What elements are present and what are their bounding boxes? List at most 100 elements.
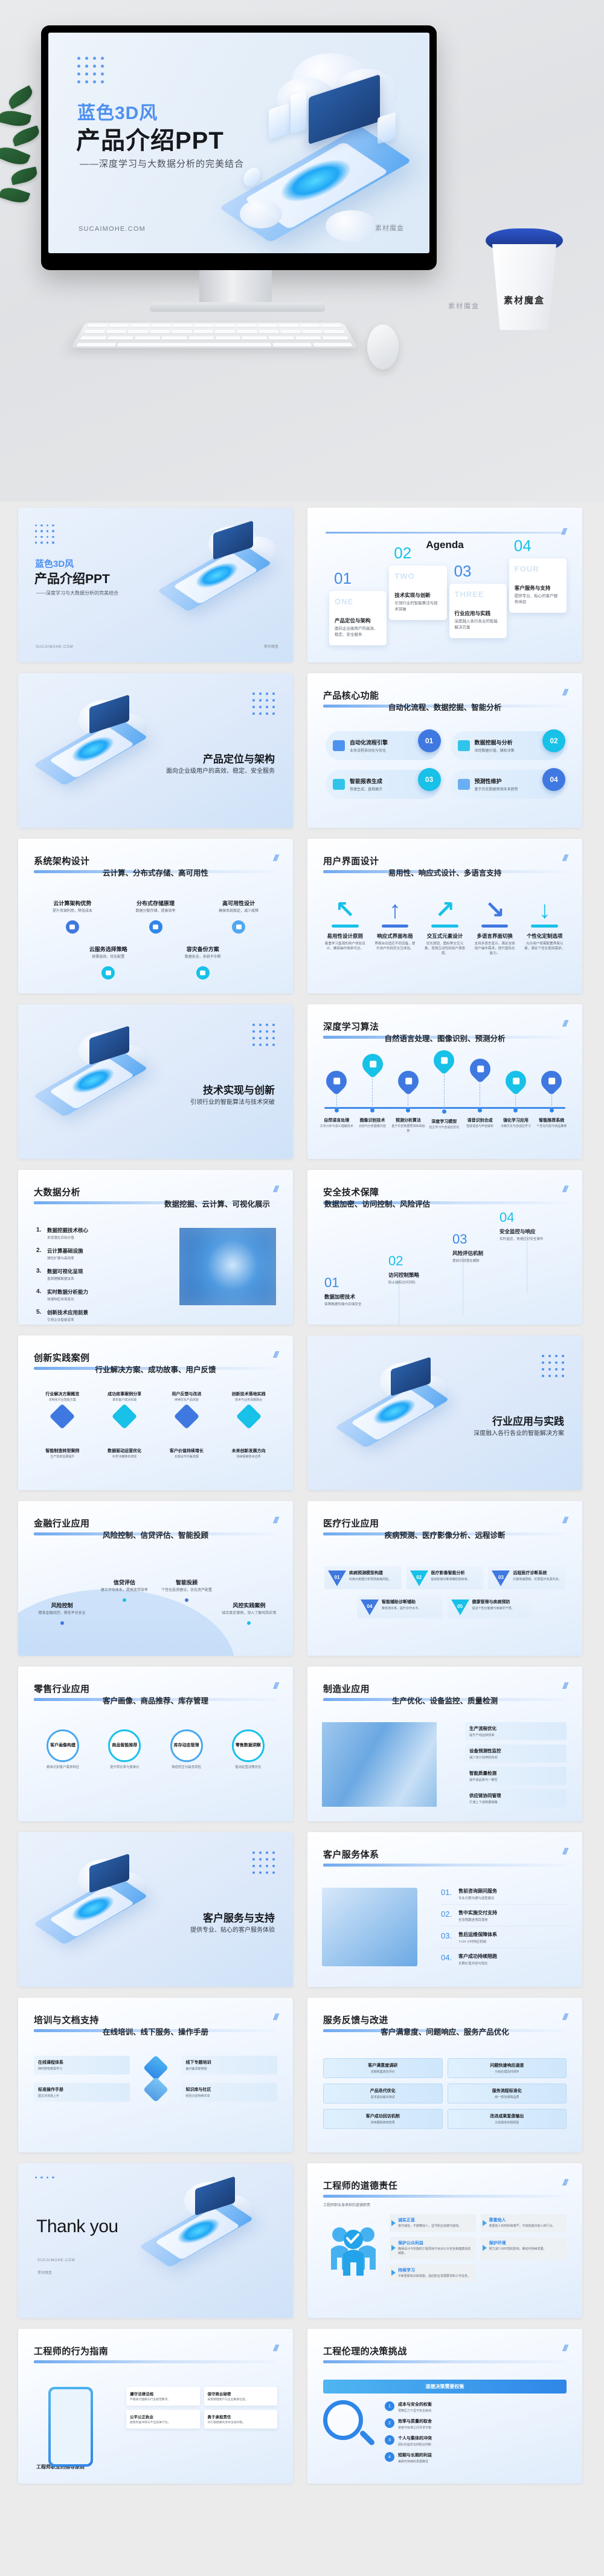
retail-item[interactable]: 零售数据洞察 驱动经营决策优化 [220,1729,276,1771]
slide-thumb-service-system[interactable]: 客户服务体系 /// 01. 售前咨询顾问服务 专业方案沟通与选型建议 02. 售中实… [307,1832,582,1987]
diamond-item[interactable]: 创新技术落地实践 技术与业务深度融合 [220,1391,277,1430]
architecture-item[interactable]: 云服务选择策略 按需选择，优化配置 [64,945,153,980]
step-item[interactable]: 01 数据加密技术 保障数据传输与存储安全 [324,1275,399,1325]
list-item[interactable]: 4 短期与长期的利益 兼顾可持续的发展路径 [385,2451,567,2464]
slide-thumb-thanks[interactable]: Thank you SUCAIMOHE.COM 素材魔盒 [18,2163,293,2318]
list-item[interactable]: 2. 云计算基础设施 弹性扩展与高效率 [36,1246,151,1261]
timeline-node[interactable]: 深度学习模型 自主学习与自适应优化 [427,1045,461,1131]
flow-box[interactable]: 服务流程标准化 统一规范保障品质 [447,2084,567,2103]
slide-thumb-core-features[interactable]: 产品核心功能 /// 自动化流程、数据挖掘、智能分析 自动化流程引擎 业务流程自动… [307,673,582,828]
diamond-item[interactable]: 客户价值持续增长 长期合作共赢发展 [158,1448,216,1459]
flow-box[interactable]: 改进成果复盘输出 沉淀最佳实践经验 [447,2109,567,2129]
agenda-card[interactable]: 02 TWO 技术实现与创新 引领行业的智能算法与技术突破 [389,544,447,620]
guide-card[interactable]: 遵守法律法规 严格执行国家与行业规范要求。 [126,2387,200,2406]
slide-thumb-agenda[interactable]: /// Agenda 01 ONE 产品定位与架构 面向企业级用户的高效、稳定、… [307,508,582,662]
diamond-item[interactable]: 数据驱动运营优化 科学决策降本增效 [96,1448,153,1459]
step-item[interactable]: 02 访问控制策略 防止越权访问风险 [388,1253,463,1315]
triangle-item[interactable]: 03 远程医疗诊断系统 打破地域限制，优质医疗资源共享。 [488,1566,566,1589]
finance-item[interactable]: 风险控制 精准金融风控，降低平台安全 [34,1601,90,1625]
feature-pill[interactable]: 自动化流程引擎 业务流程自动化与优化 01 [326,729,441,760]
guide-card[interactable]: 勇于承担责任 对工程结果负责并主动纠错。 [204,2410,277,2429]
flow-box[interactable]: 产品迭代优化 需求驱动版本演进 [323,2084,443,2103]
list-item[interactable]: 3 个人与集体的冲突 团队利益优先的职业判断 [385,2434,567,2447]
list-item[interactable]: 4. 实时数据分析能力 快速响应市场变化 [36,1287,151,1302]
diamond-item[interactable]: 行业解决方案概览 定制化行业智能方案 [34,1391,91,1430]
arrow-item[interactable]: ↑ 响应式界面布局 界面自动适应不同设备，提升用户的网页交互体验。 [373,898,417,956]
ethics-card[interactable]: 诚实正直 恪守诚信，不欺瞒他人，坚守职业道德与底线。 [390,2214,476,2232]
slide-thumb-retail[interactable]: 零售行业应用 /// 客户画像、商品推荐、库存管理 客户画像构建 精准识别客户需求… [18,1667,293,1821]
slide-thumb-cover[interactable]: 蓝色3D风 产品介绍PPT ——深度学习与大数据分析的完美结合 SUCAIMOH… [18,508,293,662]
agenda-card[interactable]: 03 THREE 行业应用与实践 深度融入各行各业的智能解决方案 [449,562,507,638]
hex-item[interactable]: 标准操作手册 图文并茂易上手 [34,2083,130,2102]
arrow-item[interactable]: ↖ 易用性设计原则 着重学习直观的用户体验设计，确保操作简单可达。 [323,898,367,956]
slide-thumb-innovation-cases[interactable]: 创新实践案例 /// 行业解决方案、成功故事、用户反馈 行业解决方案概览 定制化行… [18,1335,293,1490]
slide-thumb-decision-challenge[interactable]: 工程伦理的决策挑战 /// 道德决策需要权衡 1 成本与安全的权衡 预算压力下坚守安… [307,2329,582,2484]
list-item[interactable]: 供应链协同管理 打通上下游数据链路 [465,1789,567,1807]
finance-item[interactable]: 风控实践案例 结合真实案例，深入了解风险应用 [221,1601,277,1625]
list-item[interactable]: 1 成本与安全的权衡 预算压力下坚守安全底线 [385,2400,567,2413]
slide-thumb-section-service[interactable]: 客户服务与支持 提供专业、贴心的客户服务体验 [18,1832,293,1987]
list-item[interactable]: 1. 数据挖掘技术核心 发现潜在目标价值 [36,1225,151,1240]
diamond-item[interactable]: 智能制造转型案例 生产效率显著提升 [34,1448,91,1459]
list-item[interactable]: 5. 创新技术应用前景 引领企业智能变革 [36,1308,151,1322]
triangle-item[interactable]: 04 智能辅助诊断辅助 降低误诊率，提升诊疗水平。 [357,1595,443,1618]
hex-item[interactable]: 知识库与社区 经验沉淀持续共享 [181,2083,277,2102]
arrow-item[interactable]: ↗ 交互式元素设计 优化按钮、图标等交互元素，增强互动性和用户满意度。 [423,898,467,956]
diamond-item[interactable]: 未来创新发展方向 持续探索技术边界 [220,1448,277,1459]
guide-card[interactable]: 保守商业秘密 妥善管理客户与企业敏感信息。 [204,2387,277,2406]
architecture-item[interactable]: 容灾备份方案 数据安全，系统不中断 [159,945,248,980]
triangle-item[interactable]: 02 医疗影像智能分析 提高影像诊断准确性和效率。 [406,1566,484,1589]
timeline-node[interactable]: 语音识别合成 智能语音与声音解析 [463,1054,496,1129]
finance-item[interactable]: 智能投顾 个性化投资建议，优化资产配置 [159,1578,215,1602]
list-item[interactable]: 智能质量检测 提升良品率与一致性 [465,1767,567,1785]
retail-item[interactable]: 客户画像构建 精准识别客户需求特征 [35,1729,91,1771]
list-item[interactable]: 3. 数据可视化呈现 直观理解数据关系 [36,1267,151,1281]
architecture-item[interactable]: 高可用性设计 确保系统稳定，减少故障 [200,899,277,934]
agenda-card[interactable]: 04 FOUR 客户服务与支持 提供专业、贴心的客户服务体验 [509,537,567,613]
timeline-node[interactable]: 预测分析算法 基于历史数据预测未来趋势 [391,1066,425,1134]
retail-item[interactable]: 商品智能推荐 提升转化率与客单价 [97,1729,152,1771]
list-item[interactable]: 01. 售前咨询顾问服务 专业方案沟通与选型建议 [441,1883,568,1905]
timeline-node[interactable]: 图像识别技术 识别与分析图像内容 [355,1049,389,1129]
slide-thumb-ethics[interactable]: 工程师的道德责任 /// 工程师职业身承担的道德职责 诚实正直 恪守诚信，不欺瞒他… [307,2163,582,2318]
slide-thumb-finance[interactable]: 金融行业应用 /// 风险控制、信贷评估、智能投顾 风险控制 精准金融风控，降低… [18,1501,293,1656]
slide-thumb-architecture[interactable]: 系统架构设计 /// 云计算、分布式存储、高可用性 云计算架构优势 提升资源利用… [18,839,293,993]
slide-thumb-deep-learning[interactable]: 深度学习算法 /// 自然语言处理、图像识别、预测分析 自然语言处理 文本分析与… [307,1004,582,1159]
slide-thumb-section-product[interactable]: 产品定位与架构 面向企业级用户的高效、稳定、安全服务 [18,673,293,828]
list-item[interactable]: 设备预测性监控 减少非计划停机时间 [465,1745,567,1763]
timeline-node[interactable]: 强化学习应用 决策优化与自适应学习 [499,1066,533,1129]
retail-item[interactable]: 库存动态管理 降低积压与缺货风险 [159,1729,214,1771]
flow-box[interactable]: 问题快速响应通道 分级处理及时闭环 [447,2058,567,2078]
flow-box[interactable]: 客户成功回访机制 持续跟踪使用效果 [323,2109,443,2129]
architecture-item[interactable]: 云计算架构优势 提升资源利用，降低成本 [34,899,111,934]
diamond-item[interactable]: 成功故事案例分享 真实客户成功实践 [96,1391,153,1430]
slide-thumb-bigdata[interactable]: 大数据分析 /// 数据挖掘、云计算、可视化展示 1. 数据挖掘技术核心 发现潜在目… [18,1170,293,1325]
slide-thumb-medical[interactable]: 医疗行业应用 /// 疾病预测、医疗影像分析、远程诊断 01 疾病预测模型构建利… [307,1501,582,1656]
triangle-item[interactable]: 01 疾病预测模型构建 利用大数据分析预测疾病风险。 [324,1566,402,1589]
slide-thumb-feedback[interactable]: 服务反馈与改进 /// 客户满意度、问题响应、服务产品优化 客户满意度调研 定期收… [307,1998,582,2152]
list-item[interactable]: 02. 售中实施交付支持 全流程跟进项目落地 [441,1905,568,1926]
timeline-node[interactable]: 智能推荐系统 个性化内容与商品推荐 [535,1066,568,1129]
slide-thumb-behavior-guide[interactable]: 工程师的行为指南 /// 工程师职业的指导原则 遵守法律法规 严格执行国家与行业规… [18,2329,293,2484]
ethics-card[interactable]: 保护公众利益 确保设计与实施的工程项目不会对公众安全和健康造成威胁。 [390,2236,476,2259]
slide-thumb-ui-design[interactable]: 用户界面设计 /// 易用性、响应式设计、多语言支持 ↖ 易用性设计原则 着重学… [307,839,582,993]
timeline-node[interactable]: 自然语言处理 文本分析与语义理解技术 [320,1066,353,1129]
finance-item[interactable]: 信贷评估 建立评估体系，提高放贷效率 [96,1578,152,1602]
flow-box[interactable]: 客户满意度调研 定期收集真实评价 [323,2058,443,2078]
triangle-item[interactable]: 05 健康管理与疾病预防 促进个性化健康与疾病早干预。 [447,1595,533,1618]
arrow-item[interactable]: ↘ 多语言界面切换 支持多语言显示，满足全球用户操作需求，提升国际化能力。 [473,898,517,956]
list-item[interactable]: 03. 售后运维保障体系 7×24 小时响应机制 [441,1926,568,1948]
hex-item[interactable]: 在线课程体系 随时随地按需学习 [34,2056,130,2074]
agenda-card[interactable]: 01 ONE 产品定位与架构 面向企业级用户的高效、稳定、安全服务 [329,569,387,645]
arrow-item[interactable]: ↓ 个性化定制选项 允许用户按需配置界面元素，满足个性化使用需求。 [522,898,567,956]
ethics-card[interactable]: 尊重他人 尊重他人的权利和尊严，不歧视或对他人的行为。 [480,2214,567,2232]
slide-thumb-security[interactable]: 安全技术保障 /// 数据加密、访问控制、风险评估 01 数据加密技术 保障数据… [307,1170,582,1325]
slide-thumb-section-industry[interactable]: 行业应用与实践 深度融入各行各业的智能解决方案 [307,1335,582,1490]
ethics-card[interactable]: 保护环境 努力减少对环境的影响，推动可持续发展。 [480,2236,567,2259]
list-item[interactable]: 2 效率与质量的取舍 进度与标准之间寻求平衡 [385,2417,567,2430]
architecture-item[interactable]: 分布式存储原理 数据分散存储，提高效率 [117,899,194,934]
list-item[interactable]: 生产流程优化 提升产线运转效率 [465,1722,567,1740]
diamond-item[interactable]: 用户反馈与改进 持续优化产品体验 [158,1391,216,1430]
step-item[interactable]: 04 安全监控与响应 实时监控，快速应对安全事件 [500,1210,570,1241]
feature-pill[interactable]: 数据挖掘与分析 深挖数据价值，辅助决策 02 [450,729,565,760]
